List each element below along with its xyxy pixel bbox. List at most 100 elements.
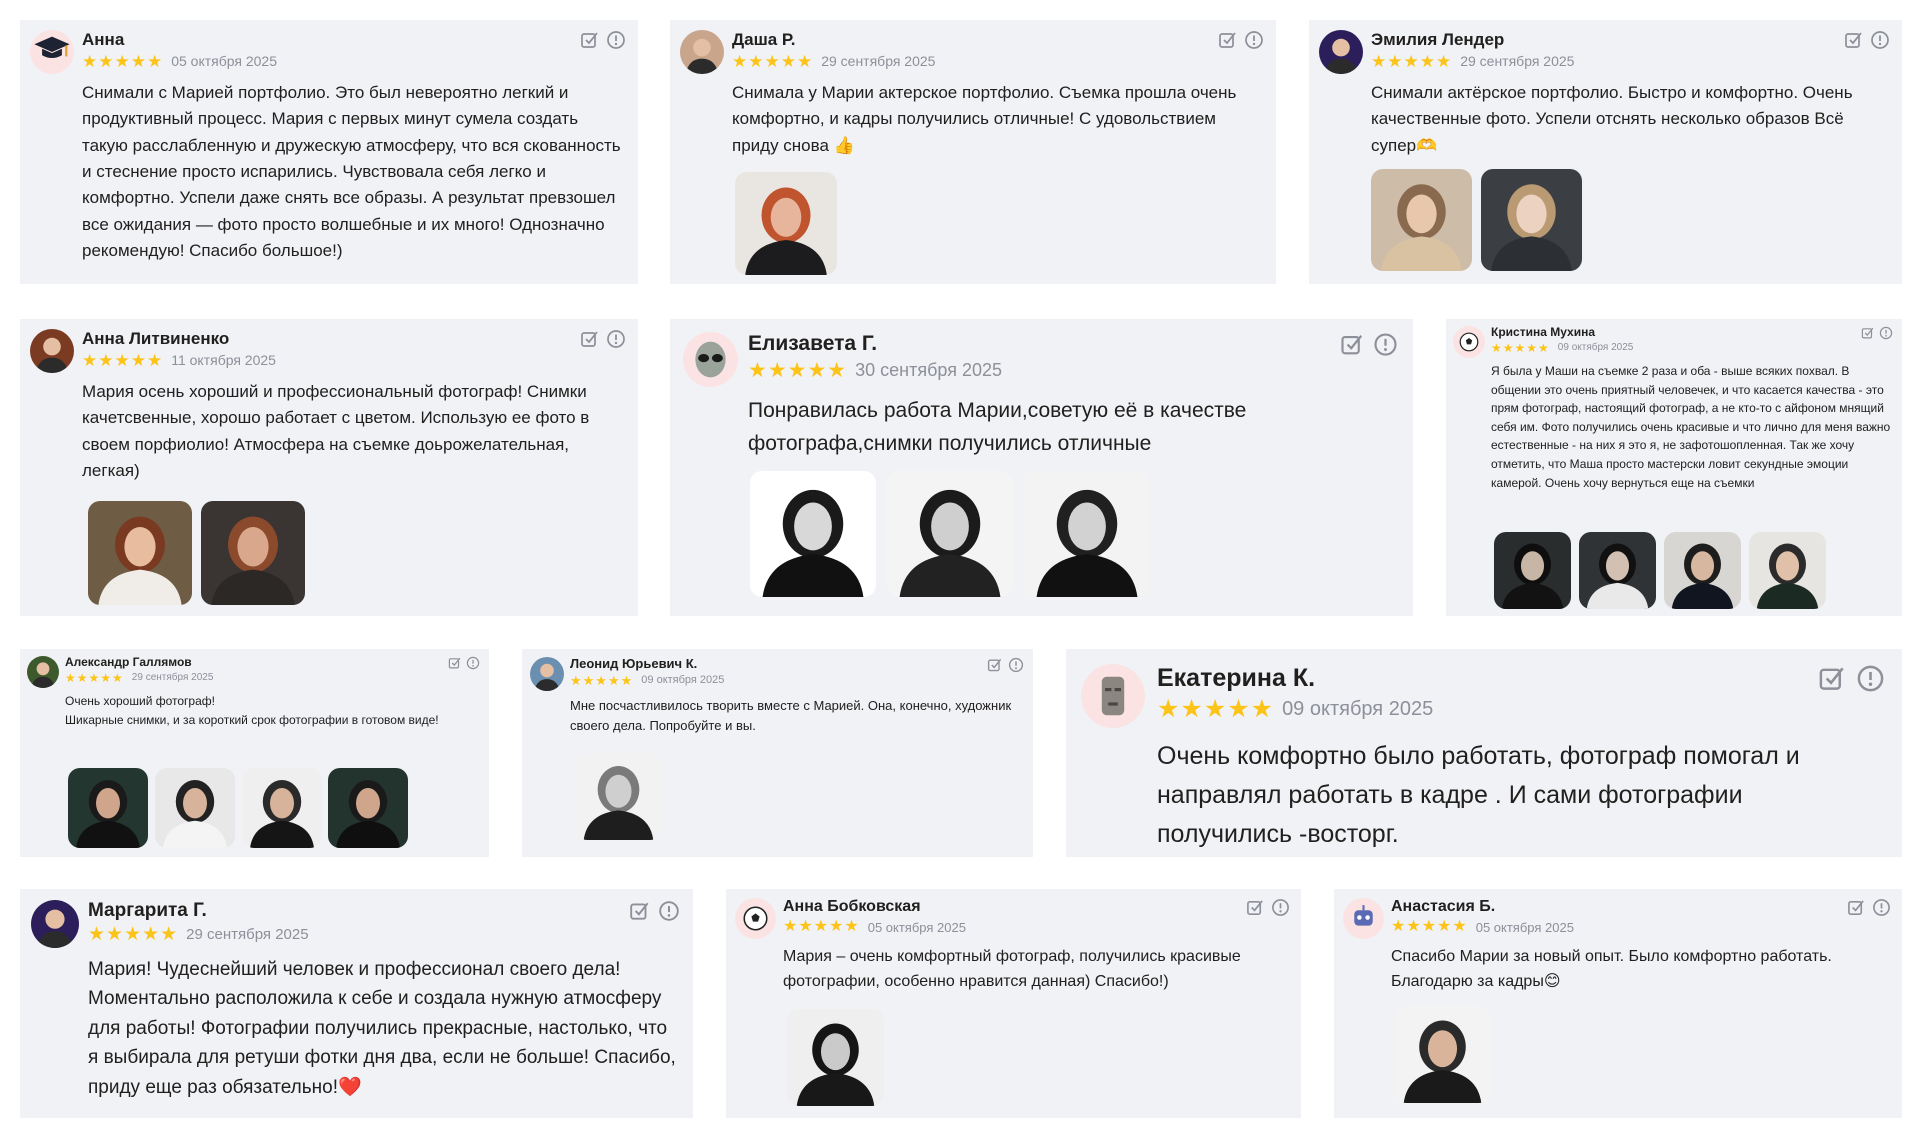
- check-review-icon[interactable]: [987, 657, 1003, 673]
- review-photo[interactable]: [1749, 532, 1826, 609]
- info-icon[interactable]: [658, 900, 680, 922]
- avatar[interactable]: [680, 30, 724, 74]
- check-review-icon[interactable]: [1847, 898, 1866, 917]
- review-text: Снимала у Марии актерское портфолио. Съе…: [732, 83, 1237, 155]
- review-photo[interactable]: [68, 768, 148, 848]
- review-photo[interactable]: [328, 768, 408, 848]
- avatar[interactable]: [683, 332, 738, 387]
- rating-stars: ★★★★★: [1157, 694, 1275, 723]
- check-review-icon[interactable]: [1340, 332, 1365, 357]
- check-review-icon[interactable]: [580, 30, 600, 50]
- review-photo[interactable]: [201, 501, 305, 605]
- info-icon[interactable]: [1879, 326, 1893, 340]
- avatar[interactable]: [27, 656, 59, 688]
- avatar[interactable]: [30, 30, 74, 74]
- avatar[interactable]: [735, 898, 776, 939]
- info-icon[interactable]: [606, 30, 626, 50]
- reviewer-name[interactable]: Анна Литвиненко: [82, 329, 276, 349]
- user-avatar-icon: [27, 656, 59, 688]
- reviewer-name[interactable]: Екатерина К.: [1157, 664, 1433, 693]
- review-date: 29 сентября 2025: [821, 53, 936, 70]
- review-date: 05 октября 2025: [867, 919, 966, 935]
- info-icon[interactable]: [1872, 898, 1891, 917]
- info-icon[interactable]: [1373, 332, 1398, 357]
- info-icon[interactable]: [1856, 664, 1885, 693]
- review-text: Мария осень хороший и профессиональный ф…: [82, 382, 590, 481]
- review-photo[interactable]: [787, 1009, 884, 1106]
- avatar[interactable]: [30, 329, 74, 373]
- reviewer-name[interactable]: Анна Бобковская: [783, 898, 966, 916]
- info-icon[interactable]: [1271, 898, 1290, 917]
- user-avatar-icon: [530, 657, 564, 691]
- info-icon[interactable]: [606, 329, 626, 349]
- check-review-icon[interactable]: [1818, 664, 1847, 693]
- reviewer-name[interactable]: Леонид Юрьевич К.: [570, 656, 724, 672]
- review-photo[interactable]: [1394, 1006, 1491, 1103]
- review-photo[interactable]: [155, 768, 235, 848]
- review-photo[interactable]: [750, 471, 876, 597]
- avatar[interactable]: [1081, 664, 1145, 728]
- moai-icon: [1081, 664, 1145, 728]
- review-photo[interactable]: [575, 753, 662, 840]
- review-photo[interactable]: [1664, 532, 1741, 609]
- avatar[interactable]: [1453, 326, 1485, 358]
- reviewer-name[interactable]: Елизавета Г.: [748, 332, 1002, 356]
- review-card: Леонид Юрьевич К. ★★★★★ 09 октября 2025 …: [522, 649, 1033, 857]
- review-photo[interactable]: [1579, 532, 1656, 609]
- review-card: Даша Р. ★★★★★ 29 сентября 2025 Снимала у…: [670, 20, 1276, 284]
- rating-stars: ★★★★★: [1391, 918, 1468, 936]
- rating-stars: ★★★★★: [1491, 340, 1550, 355]
- review-photo[interactable]: [1494, 532, 1571, 609]
- review-card: Александр Галлямов ★★★★★ 29 сентября 202…: [20, 649, 489, 857]
- rating-stars: ★★★★★: [1371, 51, 1453, 71]
- alien-icon: [683, 332, 738, 387]
- check-review-icon[interactable]: [1246, 898, 1265, 917]
- review-card: Анна ★★★★★ 05 октября 2025 Снимали с Мар…: [20, 20, 638, 284]
- info-icon[interactable]: [1008, 657, 1024, 673]
- info-icon[interactable]: [466, 656, 480, 670]
- reviewer-name[interactable]: Даша Р.: [732, 30, 935, 50]
- review-text: Мария! Чудеснейший человек и профессиона…: [88, 959, 676, 1098]
- rating-stars: ★★★★★: [748, 359, 848, 383]
- avatar[interactable]: [530, 657, 564, 691]
- soccer-ball-icon: [735, 898, 776, 939]
- check-review-icon[interactable]: [629, 900, 651, 922]
- avatar[interactable]: [31, 900, 79, 948]
- review-card: Елизавета Г. ★★★★★ 30 сентября 2025 Понр…: [670, 319, 1413, 616]
- user-avatar-icon: [30, 329, 74, 373]
- reviewer-name[interactable]: Анастасия Б.: [1391, 898, 1574, 916]
- review-photo[interactable]: [1371, 169, 1472, 271]
- review-text: Я была у Маши на съемке 2 раза и оба - в…: [1491, 364, 1891, 490]
- review-photo[interactable]: [88, 501, 192, 605]
- review-card: Екатерина К. ★★★★★ 09 октября 2025 Очень…: [1066, 649, 1902, 857]
- user-avatar-icon: [31, 900, 79, 948]
- review-card: Анна Бобковская ★★★★★ 05 октября 2025 Ма…: [726, 889, 1301, 1118]
- review-photo[interactable]: [242, 768, 322, 848]
- check-review-icon[interactable]: [580, 329, 600, 349]
- review-photo[interactable]: [887, 471, 1013, 597]
- review-date: 05 октября 2025: [171, 53, 277, 70]
- reviewer-name[interactable]: Александр Галлямов: [65, 655, 213, 670]
- soccer-ball-icon: [1453, 326, 1485, 358]
- review-text: Мне посчастливилось творить вместе с Мар…: [570, 698, 1012, 734]
- review-text: Мария – очень комфортный фотограф, получ…: [783, 948, 1241, 990]
- check-review-icon[interactable]: [1844, 30, 1864, 50]
- review-photo[interactable]: [1024, 471, 1150, 597]
- info-icon[interactable]: [1870, 30, 1890, 50]
- reviewer-name[interactable]: Маргарита Г.: [88, 900, 309, 922]
- check-review-icon[interactable]: [1218, 30, 1238, 50]
- review-card: Анна Литвиненко ★★★★★ 11 октября 2025 Ма…: [20, 319, 638, 616]
- avatar[interactable]: [1343, 898, 1384, 939]
- reviewer-name[interactable]: Анна: [82, 30, 277, 50]
- info-icon[interactable]: [1244, 30, 1264, 50]
- review-date: 05 октября 2025: [1475, 919, 1574, 935]
- check-review-icon[interactable]: [448, 656, 462, 670]
- review-photo[interactable]: [1481, 169, 1582, 271]
- check-review-icon[interactable]: [1861, 326, 1875, 340]
- reviewer-name[interactable]: Эмилия Лендер: [1371, 30, 1574, 50]
- avatar[interactable]: [1319, 30, 1363, 74]
- review-photo[interactable]: [735, 172, 837, 275]
- review-date: 09 октября 2025: [1282, 697, 1434, 720]
- review-date: 11 октября 2025: [171, 352, 276, 369]
- reviewer-name[interactable]: Кристина Мухина: [1491, 325, 1633, 340]
